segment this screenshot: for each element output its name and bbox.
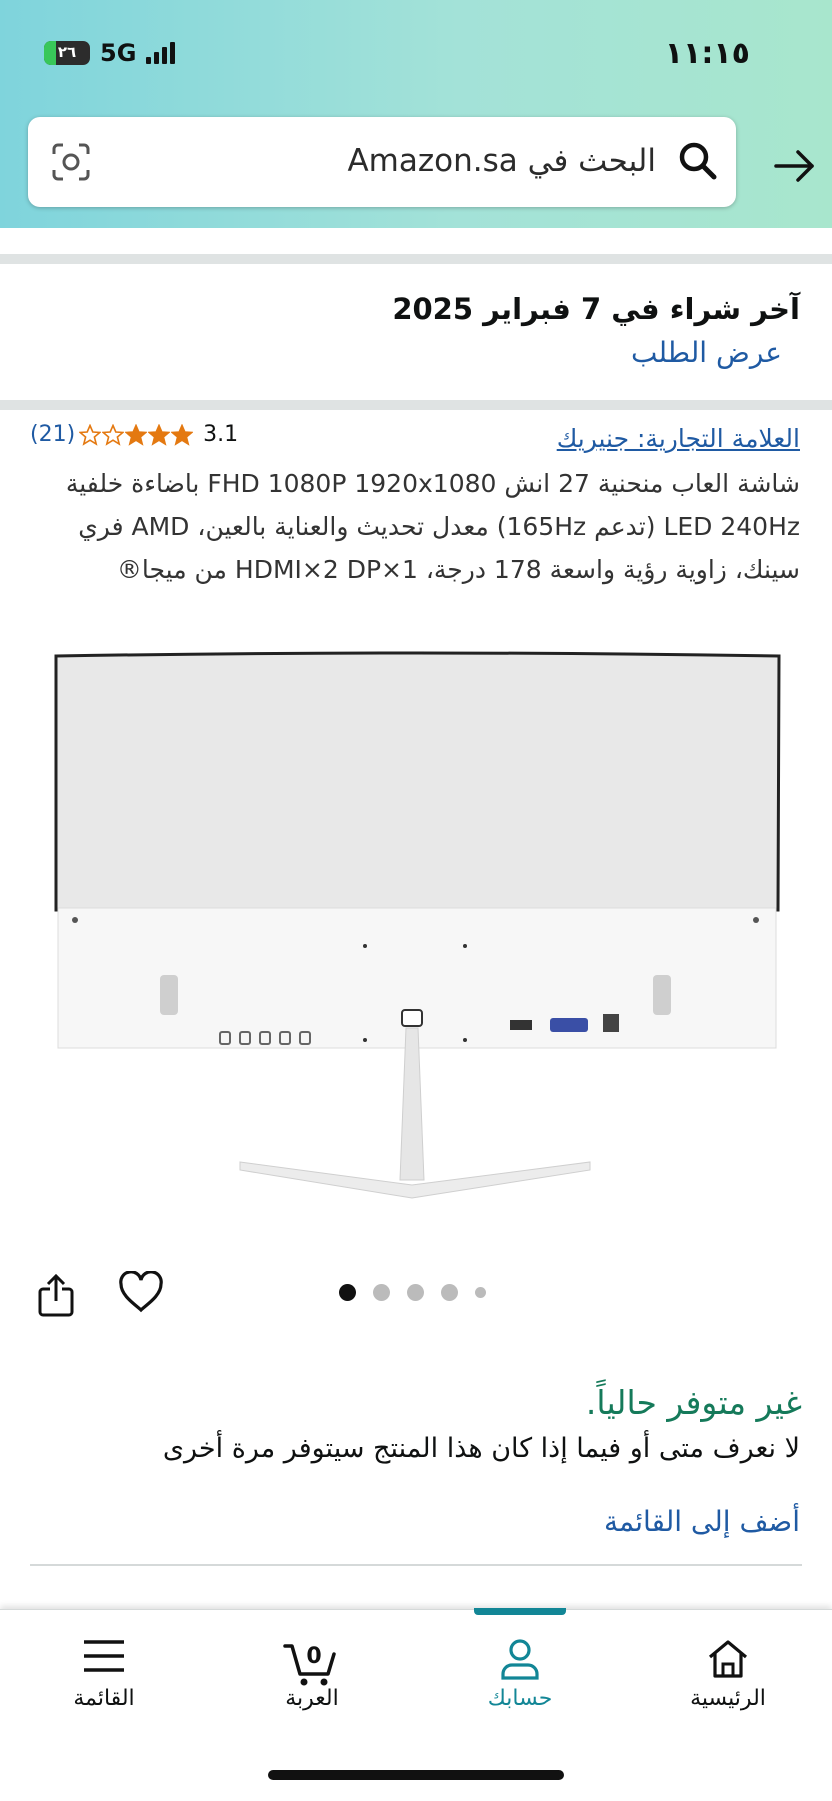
nav-home[interactable]: الرئيسية xyxy=(648,1610,808,1750)
account-icon xyxy=(497,1636,543,1686)
section-divider xyxy=(30,1564,802,1566)
cart-icon: 0 xyxy=(282,1636,342,1692)
status-indicators: ٢٦ 5G xyxy=(44,38,176,68)
carousel-dot[interactable] xyxy=(441,1284,458,1301)
rating-star xyxy=(125,423,148,446)
section-divider xyxy=(0,400,832,410)
carousel-dot[interactable] xyxy=(373,1284,390,1301)
search-input[interactable]: البحث في Amazon.sa xyxy=(28,117,736,207)
product-title: شاشة العاب منحنية 27 انش FHD 1080P 1920x… xyxy=(65,469,800,584)
nav-label-home: الرئيسية xyxy=(690,1686,766,1711)
nav-label-cart: العربة xyxy=(285,1686,339,1711)
nav-label-menu: القائمة xyxy=(73,1686,135,1711)
carousel-dot[interactable] xyxy=(475,1287,486,1298)
rating-value: 3.1 xyxy=(203,422,239,447)
rating-star xyxy=(79,423,102,446)
active-tab-indicator xyxy=(474,1608,566,1615)
carousel-dot[interactable] xyxy=(339,1284,356,1301)
availability-note: لا نعرف متى أو فيما إذا كان هذا المنتج س… xyxy=(162,1433,800,1464)
home-icon xyxy=(705,1636,751,1686)
rating-star xyxy=(148,423,171,446)
home-indicator xyxy=(268,1770,564,1780)
view-order-link[interactable]: عرض الطلب xyxy=(631,336,782,369)
wishlist-heart-icon[interactable] xyxy=(118,1270,164,1317)
app-header: ٢٦ 5G ١١:١٥ البحث في Amazon.sa xyxy=(0,0,832,228)
rating-star xyxy=(171,423,194,446)
availability-status: غير متوفر حالياً. xyxy=(585,1383,802,1422)
search-icon[interactable] xyxy=(676,139,720,187)
star-rating xyxy=(79,423,194,446)
carousel-dot[interactable] xyxy=(407,1284,424,1301)
section-divider xyxy=(0,254,832,264)
battery-icon: ٢٦ xyxy=(44,41,90,65)
rating-summary[interactable]: (21) 3.1 xyxy=(30,422,238,447)
cart-count-badge: 0 xyxy=(306,1644,321,1669)
add-to-list-link[interactable]: أضف إلى القائمة xyxy=(604,1505,800,1538)
battery-level: ٢٦ xyxy=(57,43,77,61)
nav-menu[interactable]: القائمة xyxy=(24,1610,184,1750)
last-purchase-title: آخر شراء في 7 فبراير 2025 xyxy=(392,292,800,326)
search-placeholder: البحث في Amazon.sa xyxy=(347,143,656,179)
image-carousel-indicator[interactable] xyxy=(339,1284,486,1301)
status-time: ١١:١٥ xyxy=(664,36,750,71)
menu-icon xyxy=(82,1636,126,1680)
nav-cart[interactable]: 0 العربة xyxy=(232,1610,392,1750)
nav-account[interactable]: حسابك xyxy=(440,1608,600,1750)
network-type: 5G xyxy=(100,39,137,67)
signal-icon xyxy=(146,42,176,64)
product-image[interactable] xyxy=(50,650,785,1210)
rating-star xyxy=(102,423,125,446)
brand-link[interactable]: العلامة التجارية: جنيريك xyxy=(557,424,800,453)
share-icon[interactable] xyxy=(36,1273,76,1321)
review-count[interactable]: (21) xyxy=(30,422,75,447)
arrow-right-icon[interactable] xyxy=(768,140,820,196)
camera-search-icon[interactable] xyxy=(50,141,92,187)
nav-label-account: حسابك xyxy=(487,1686,553,1711)
